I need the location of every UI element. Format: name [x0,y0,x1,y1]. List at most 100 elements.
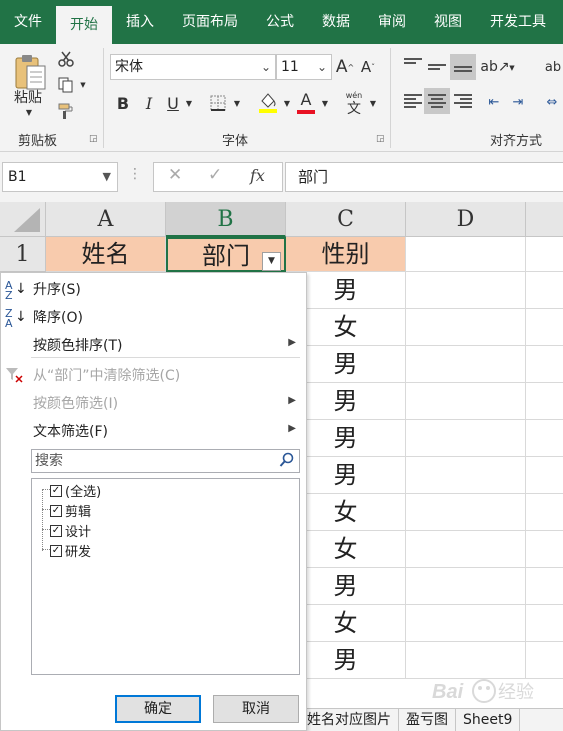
align-top-icon[interactable] [404,58,422,72]
empty-cell[interactable] [526,272,563,309]
font-name-combo[interactable]: 宋体 ⌄ [110,54,276,80]
chevron-down-icon[interactable]: ⌄ [317,55,327,79]
row-header-1[interactable]: 1 [0,237,46,272]
paste-dropdown-icon[interactable]: ▼ [22,106,36,118]
tab-data[interactable]: 数据 [308,0,364,44]
empty-cell[interactable] [406,346,526,383]
empty-cell[interactable] [406,494,526,531]
copy-dropdown-icon[interactable]: ▼ [78,80,88,90]
tab-home[interactable]: 开始 [56,6,112,44]
empty-cell[interactable] [406,605,526,642]
checkbox-checked-icon[interactable]: ✓ [50,484,62,497]
tab-view[interactable]: 视图 [420,0,476,44]
empty-cell[interactable] [526,568,563,605]
font-launcher-icon[interactable]: ◲ [376,134,385,144]
fill-color-icon[interactable] [256,90,280,114]
cancel-button[interactable]: 取消 [213,695,299,723]
orientation-icon[interactable]: ab↗ [480,56,509,78]
underline-button[interactable]: U [164,92,182,114]
column-header-e[interactable] [526,202,563,237]
font-size-combo[interactable]: 11 ⌄ [276,54,332,80]
increase-font-icon[interactable]: A ^ [335,56,355,78]
copy-icon[interactable] [56,76,76,94]
empty-cell[interactable] [406,457,526,494]
wrap-text-icon[interactable]: ab [540,56,563,78]
filter-item[interactable]: ✓ 设计 [50,521,91,540]
name-box[interactable]: B1 ▼ [2,162,118,192]
underline-dropdown-icon[interactable]: ▼ [184,96,194,110]
cell-b1[interactable]: 部门 ▼ [166,237,286,272]
checkbox-checked-icon[interactable]: ✓ [50,544,62,557]
fill-color-dropdown-icon[interactable]: ▼ [282,96,292,110]
menu-text-filters[interactable]: 文本筛选(F) [33,421,108,441]
column-header-c[interactable]: C [286,202,406,237]
decrease-font-icon[interactable]: Aˇ [358,56,378,78]
formula-input[interactable]: 部门 [285,162,563,192]
format-painter-icon[interactable] [56,102,76,120]
checkbox-checked-icon[interactable]: ✓ [50,504,62,517]
tab-insert[interactable]: 插入 [112,0,168,44]
clipboard-launcher-icon[interactable]: ◲ [89,134,98,144]
align-center-button[interactable] [424,88,450,114]
empty-cell[interactable] [406,420,526,457]
bold-button[interactable]: B [114,92,132,114]
phonetic-dropdown-icon[interactable]: ▼ [368,96,378,110]
insert-function-icon[interactable]: fx [250,166,265,185]
menu-sort-by-color[interactable]: 按颜色排序(T) [33,335,122,355]
empty-cell[interactable] [406,568,526,605]
chevron-down-icon[interactable]: ▼ [103,163,111,191]
cell-e1[interactable] [526,237,563,272]
filter-dropdown-icon[interactable]: ▼ [262,252,281,271]
font-color-button[interactable]: A [294,90,318,114]
empty-cell[interactable] [526,346,563,383]
tab-page-layout[interactable]: 页面布局 [168,0,252,44]
empty-cell[interactable] [406,531,526,568]
cancel-icon[interactable]: ✕ [168,165,182,185]
menu-sort-descending[interactable]: 降序(O) [33,307,83,327]
tab-review[interactable]: 审阅 [364,0,420,44]
chevron-down-icon[interactable]: ⌄ [261,55,271,79]
cut-icon[interactable] [56,50,76,68]
align-right-icon[interactable] [454,94,472,108]
select-all-button[interactable] [0,202,46,237]
decrease-indent-icon[interactable]: ⇤ [484,92,504,112]
align-middle-icon[interactable] [428,60,446,74]
borders-icon[interactable] [207,92,229,114]
empty-cell[interactable] [526,383,563,420]
align-left-icon[interactable] [404,94,422,108]
paste-label[interactable]: 粘贴 [8,86,48,108]
empty-cell[interactable] [406,383,526,420]
tab-file[interactable]: 文件 [0,0,56,44]
borders-dropdown-icon[interactable]: ▼ [232,96,242,110]
enter-icon[interactable]: ✓ [208,165,222,185]
cell-d1[interactable] [406,237,526,272]
cell-a1[interactable]: 姓名 [46,237,166,272]
font-color-dropdown-icon[interactable]: ▼ [320,96,330,110]
column-header-a[interactable]: A [46,202,166,237]
empty-cell[interactable] [526,420,563,457]
empty-cell[interactable] [526,531,563,568]
merge-center-icon[interactable]: ⇔ [540,92,563,112]
sheet-tab[interactable]: 盈亏图 [399,709,456,731]
filter-item-select-all[interactable]: ✓ (全选) [50,481,101,500]
column-header-b[interactable]: B [166,202,286,237]
empty-cell[interactable] [406,309,526,346]
column-header-d[interactable]: D [406,202,526,237]
tab-formulas[interactable]: 公式 [252,0,308,44]
empty-cell[interactable] [406,272,526,309]
sheet-tab[interactable]: Sheet9 [456,709,521,731]
filter-search-input[interactable]: 搜索 [31,449,300,473]
menu-sort-ascending[interactable]: 升序(S) [33,279,81,299]
filter-item[interactable]: ✓ 剪辑 [50,501,91,520]
sheet-tab[interactable]: 姓名对应图片 [300,709,399,731]
increase-indent-icon[interactable]: ⇥ [508,92,528,112]
ok-button[interactable]: 确定 [115,695,201,723]
empty-cell[interactable] [526,457,563,494]
tab-developer[interactable]: 开发工具 [476,0,560,44]
checkbox-checked-icon[interactable]: ✓ [50,524,62,537]
orientation-dropdown-icon[interactable]: ▼ [507,62,517,74]
empty-cell[interactable] [526,494,563,531]
filter-item[interactable]: ✓ 研发 [50,541,91,560]
phonetic-guide-icon[interactable]: 文 [342,100,366,117]
italic-button[interactable]: I [140,92,158,114]
